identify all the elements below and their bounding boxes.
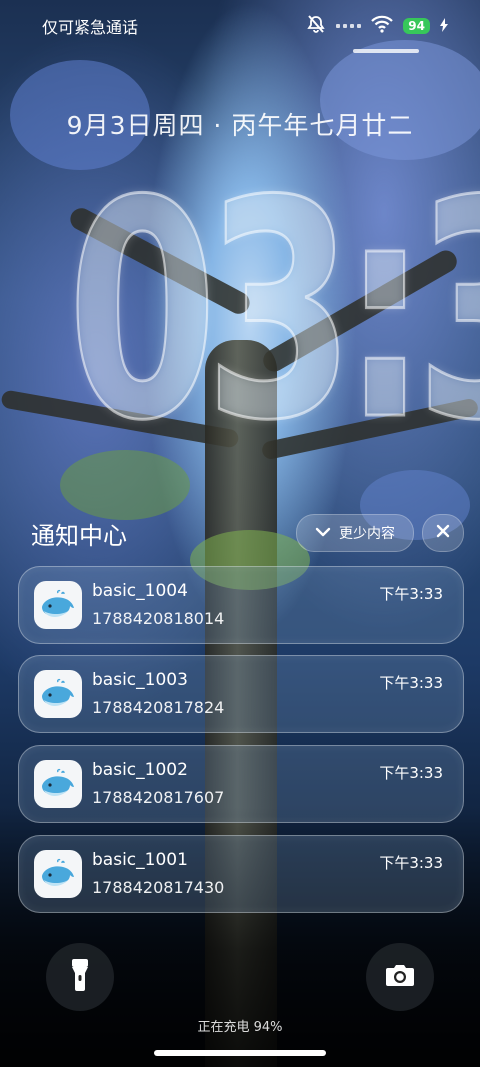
whale-icon	[42, 858, 74, 886]
status-icons: 94	[306, 14, 448, 38]
notification-time: 下午3:33	[379, 854, 443, 872]
wifi-icon	[371, 15, 394, 37]
chevron-down-icon	[315, 525, 331, 541]
clear-all-button[interactable]	[422, 514, 464, 552]
carrier-text: 仅可紧急通话	[42, 18, 139, 37]
notification-card[interactable]: basic_1004 1788420818014 下午3:33	[18, 566, 464, 644]
signal-icon	[336, 24, 362, 28]
notification-body: 1788420818014	[92, 609, 225, 628]
battery-level: 94	[403, 18, 430, 34]
notification-body: 1788420817607	[92, 788, 225, 807]
notification-time: 下午3:33	[379, 674, 443, 692]
notification-card[interactable]: basic_1003 1788420817824 下午3:33	[18, 655, 464, 733]
notification-title: basic_1004	[92, 581, 188, 601]
app-icon	[34, 850, 82, 898]
camera-icon	[384, 962, 416, 992]
app-icon	[34, 670, 82, 718]
notification-center-header: 通知中心 更少内容	[0, 512, 480, 552]
whale-icon	[42, 678, 74, 706]
collapse-button[interactable]: 更少内容	[296, 514, 414, 552]
notification-title: basic_1002	[92, 760, 188, 780]
status-bar: 仅可紧急通话 94	[0, 0, 480, 48]
whale-icon	[42, 589, 74, 617]
app-icon	[34, 760, 82, 808]
charging-status: 正在充电 94%	[197, 1020, 283, 1035]
flashlight-icon	[68, 957, 92, 997]
close-icon	[435, 523, 451, 543]
flashlight-button[interactable]	[46, 943, 114, 1011]
charging-bolt-icon	[440, 17, 448, 36]
notification-card[interactable]: basic_1002 1788420817607 下午3:33	[18, 745, 464, 823]
notification-body: 1788420817824	[92, 698, 225, 717]
notification-title: basic_1003	[92, 670, 188, 690]
notification-center-title: 通知中心	[31, 522, 127, 550]
notification-body: 1788420817430	[92, 878, 225, 897]
notification-card[interactable]: basic_1001 1788420817430 下午3:33	[18, 835, 464, 913]
whale-icon	[42, 768, 74, 796]
mute-icon	[306, 14, 326, 38]
notification-time: 下午3:33	[379, 764, 443, 782]
lockscreen-clock: 03:33	[66, 137, 480, 486]
collapse-button-label: 更少内容	[339, 526, 395, 542]
app-icon	[34, 581, 82, 629]
top-handle[interactable]	[353, 49, 419, 53]
notification-title: basic_1001	[92, 850, 188, 870]
camera-button[interactable]	[366, 943, 434, 1011]
notification-time: 下午3:33	[379, 585, 443, 603]
home-indicator[interactable]	[154, 1050, 326, 1056]
